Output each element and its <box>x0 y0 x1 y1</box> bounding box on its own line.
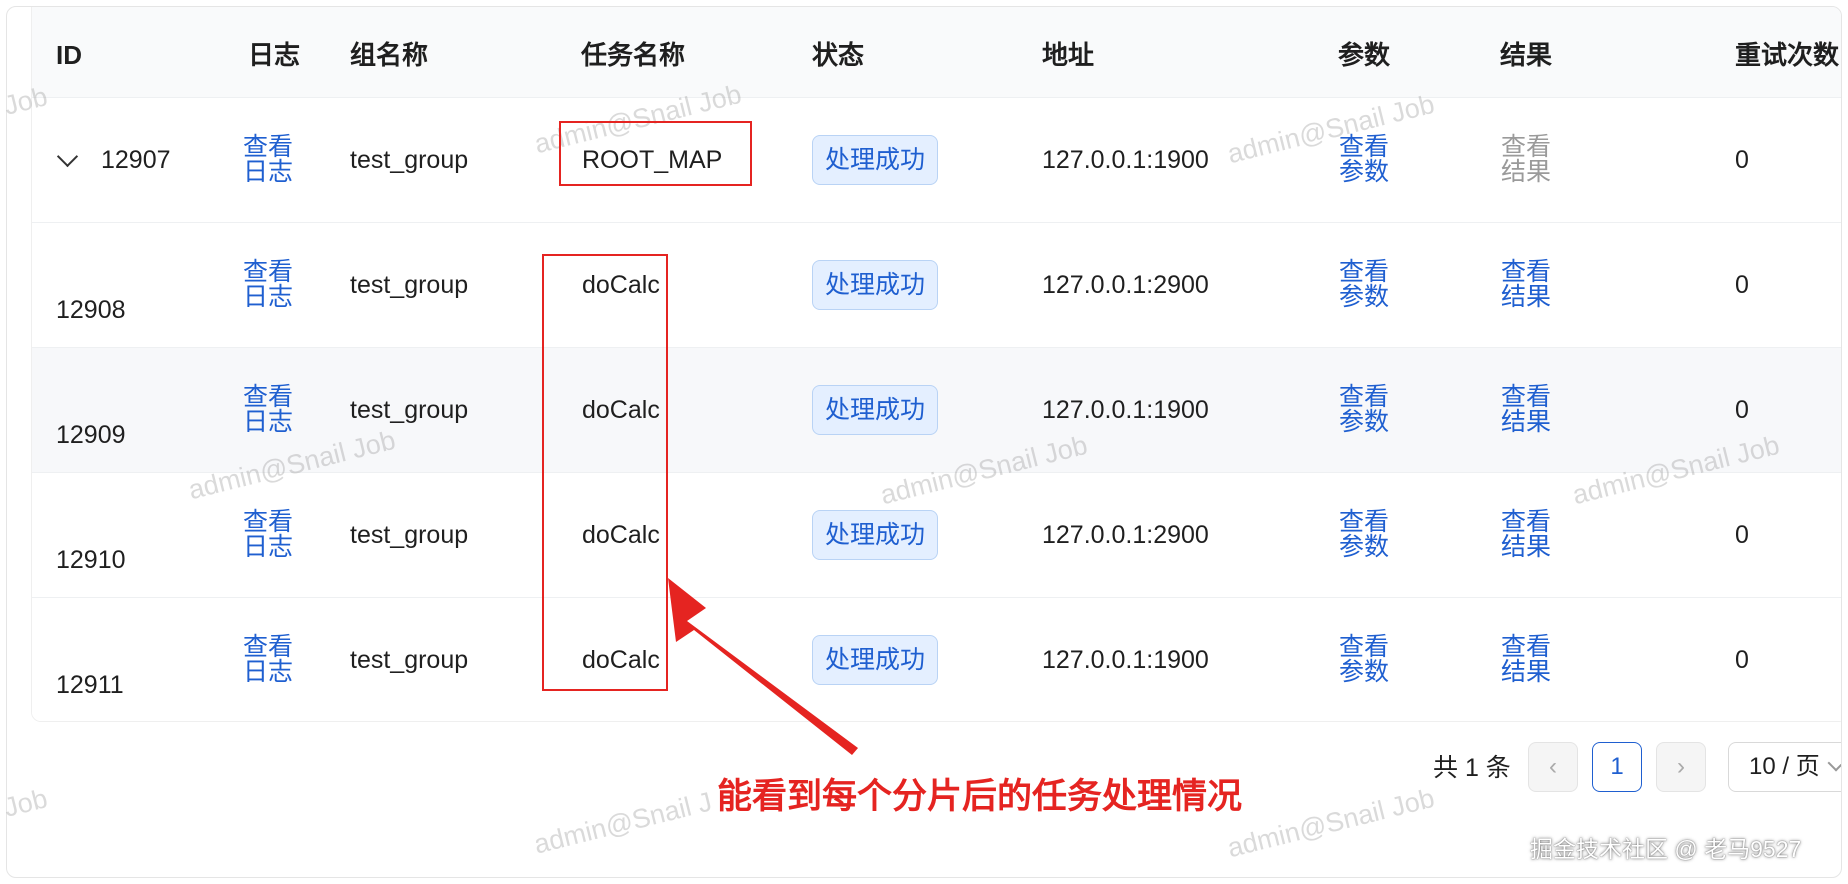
row-id: 12907 <box>101 145 171 174</box>
result-cell: 查看 结果 <box>1500 473 1552 597</box>
group-cell: test_group <box>350 395 469 424</box>
chevron-right-icon: › <box>1677 753 1685 780</box>
table-row[interactable]: 12908 查看 日志 test_group doCalc 处理成功 127.0.… <box>32 223 1841 348</box>
view-params-link[interactable]: 查看 参数 <box>1338 510 1390 560</box>
status-cell: 处理成功 <box>812 98 939 222</box>
group-cell: test_group <box>350 645 469 674</box>
status-badge: 处理成功 <box>812 385 939 435</box>
view-result-link[interactable]: 查看 结果 <box>1500 635 1552 685</box>
row-id: 12909 <box>56 421 126 449</box>
view-log-link[interactable]: 查看 日志 <box>242 510 294 560</box>
chevron-down-icon <box>1827 754 1841 772</box>
view-result-link[interactable]: 查看 结果 <box>1500 510 1552 560</box>
view-params-link[interactable]: 查看 参数 <box>1338 135 1390 185</box>
id-cell: 12907 <box>56 98 171 222</box>
result-cell: 查看 结果 <box>1500 348 1552 472</box>
params-cell: 查看 参数 <box>1338 98 1390 222</box>
source-credit: 掘金技术社区 @ 老马9527 <box>1530 836 1802 862</box>
view-log-link[interactable]: 查看 日志 <box>242 635 294 685</box>
app-frame: ID 日志 组名称 任务名称 状态 地址 参数 结果 重试次数 12907 查看… <box>6 6 1842 878</box>
view-params-link[interactable]: 查看 参数 <box>1338 385 1390 435</box>
result-cell: 查看 结果 <box>1500 223 1552 347</box>
id-cell: 12911 <box>56 598 124 721</box>
address-cell: 127.0.0.1:1900 <box>1042 645 1209 674</box>
params-cell: 查看 参数 <box>1338 223 1390 347</box>
prev-page-button[interactable]: ‹ <box>1528 742 1578 792</box>
view-result-link[interactable]: 查看 结果 <box>1500 260 1552 310</box>
row-id: 12908 <box>56 296 126 324</box>
address-cell: 127.0.0.1:1900 <box>1042 395 1209 424</box>
retry-count-cell: 0 <box>1735 645 1749 674</box>
id-cell: 12909 <box>56 348 126 472</box>
total-count: 共 1 条 <box>1433 754 1511 782</box>
log-cell: 查看 日志 <box>242 223 294 347</box>
status-badge: 处理成功 <box>812 635 939 685</box>
table-header: ID 日志 组名称 任务名称 状态 地址 参数 结果 重试次数 <box>32 7 1841 98</box>
params-cell: 查看 参数 <box>1338 473 1390 597</box>
params-cell: 查看 参数 <box>1338 598 1390 721</box>
task-name-cell: doCalc <box>582 395 660 424</box>
header-result[interactable]: 结果 <box>1500 7 1552 97</box>
header-params[interactable]: 参数 <box>1338 7 1390 97</box>
header-retry-count[interactable]: 重试次数 <box>1735 7 1839 97</box>
status-badge: 处理成功 <box>812 135 939 185</box>
page-size-select[interactable]: 10 / 页 <box>1728 742 1841 792</box>
table-row[interactable]: 12907 查看 日志 test_group ROOT_MAP 处理成功 127.… <box>32 98 1841 223</box>
address-cell: 127.0.0.1:2900 <box>1042 520 1209 549</box>
address-cell: 127.0.0.1:2900 <box>1042 270 1209 299</box>
retry-count-cell: 0 <box>1735 520 1749 549</box>
page-1-button[interactable]: 1 <box>1592 742 1642 792</box>
header-log[interactable]: 日志 <box>248 7 300 97</box>
status-cell: 处理成功 <box>812 473 939 597</box>
log-cell: 查看 日志 <box>242 98 294 222</box>
id-cell: 12908 <box>56 223 126 347</box>
header-id[interactable]: ID <box>56 7 82 97</box>
header-address[interactable]: 地址 <box>1042 7 1094 97</box>
task-name-cell: doCalc <box>582 270 660 299</box>
view-result-link[interactable]: 查看 结果 <box>1500 385 1552 435</box>
next-page-button[interactable]: › <box>1656 742 1706 792</box>
view-log-link[interactable]: 查看 日志 <box>242 260 294 310</box>
log-cell: 查看 日志 <box>242 348 294 472</box>
group-cell: test_group <box>350 520 469 549</box>
annotation-caption: 能看到每个分片后的任务处理情况 <box>717 777 1243 816</box>
header-group[interactable]: 组名称 <box>350 7 428 97</box>
table-row[interactable]: 12909 查看 日志 test_group doCalc 处理成功 127.0.… <box>32 348 1841 473</box>
params-cell: 查看 参数 <box>1338 348 1390 472</box>
address-cell: 127.0.0.1:1900 <box>1042 145 1209 174</box>
log-cell: 查看 日志 <box>242 473 294 597</box>
task-table: ID 日志 组名称 任务名称 状态 地址 参数 结果 重试次数 12907 查看… <box>31 7 1841 722</box>
retry-count-cell: 0 <box>1735 145 1749 174</box>
view-log-link[interactable]: 查看 日志 <box>242 385 294 435</box>
id-cell: 12910 <box>56 473 126 597</box>
table-row[interactable]: 12910 查看 日志 test_group doCalc 处理成功 127.0.… <box>32 473 1841 598</box>
view-log-link[interactable]: 查看 日志 <box>242 135 294 185</box>
chevron-left-icon: ‹ <box>1549 753 1557 780</box>
header-status[interactable]: 状态 <box>812 7 864 97</box>
header-task-name[interactable]: 任务名称 <box>581 7 685 97</box>
retry-count-cell: 0 <box>1735 270 1749 299</box>
view-params-link[interactable]: 查看 参数 <box>1338 260 1390 310</box>
group-cell: test_group <box>350 270 469 299</box>
result-cell: 查看 结果 <box>1500 98 1552 222</box>
task-name-cell: doCalc <box>582 645 660 674</box>
chevron-down-icon[interactable] <box>56 145 79 167</box>
result-cell: 查看 结果 <box>1500 598 1552 721</box>
row-id: 12911 <box>56 671 124 699</box>
status-badge: 处理成功 <box>812 510 939 560</box>
status-badge: 处理成功 <box>812 260 939 310</box>
page-size-value: 10 / 页 <box>1749 753 1820 780</box>
status-cell: 处理成功 <box>812 223 939 347</box>
task-name-cell: ROOT_MAP <box>582 145 723 174</box>
table-row[interactable]: 12911 查看 日志 test_group doCalc 处理成功 127.0.… <box>32 598 1841 721</box>
group-cell: test_group <box>350 145 469 174</box>
retry-count-cell: 0 <box>1735 395 1749 424</box>
status-cell: 处理成功 <box>812 598 939 721</box>
view-params-link[interactable]: 查看 参数 <box>1338 635 1390 685</box>
task-name-cell: doCalc <box>582 520 660 549</box>
log-cell: 查看 日志 <box>242 598 294 721</box>
view-result-link: 查看 结果 <box>1500 133 1551 186</box>
row-id: 12910 <box>56 546 126 574</box>
status-cell: 处理成功 <box>812 348 939 472</box>
